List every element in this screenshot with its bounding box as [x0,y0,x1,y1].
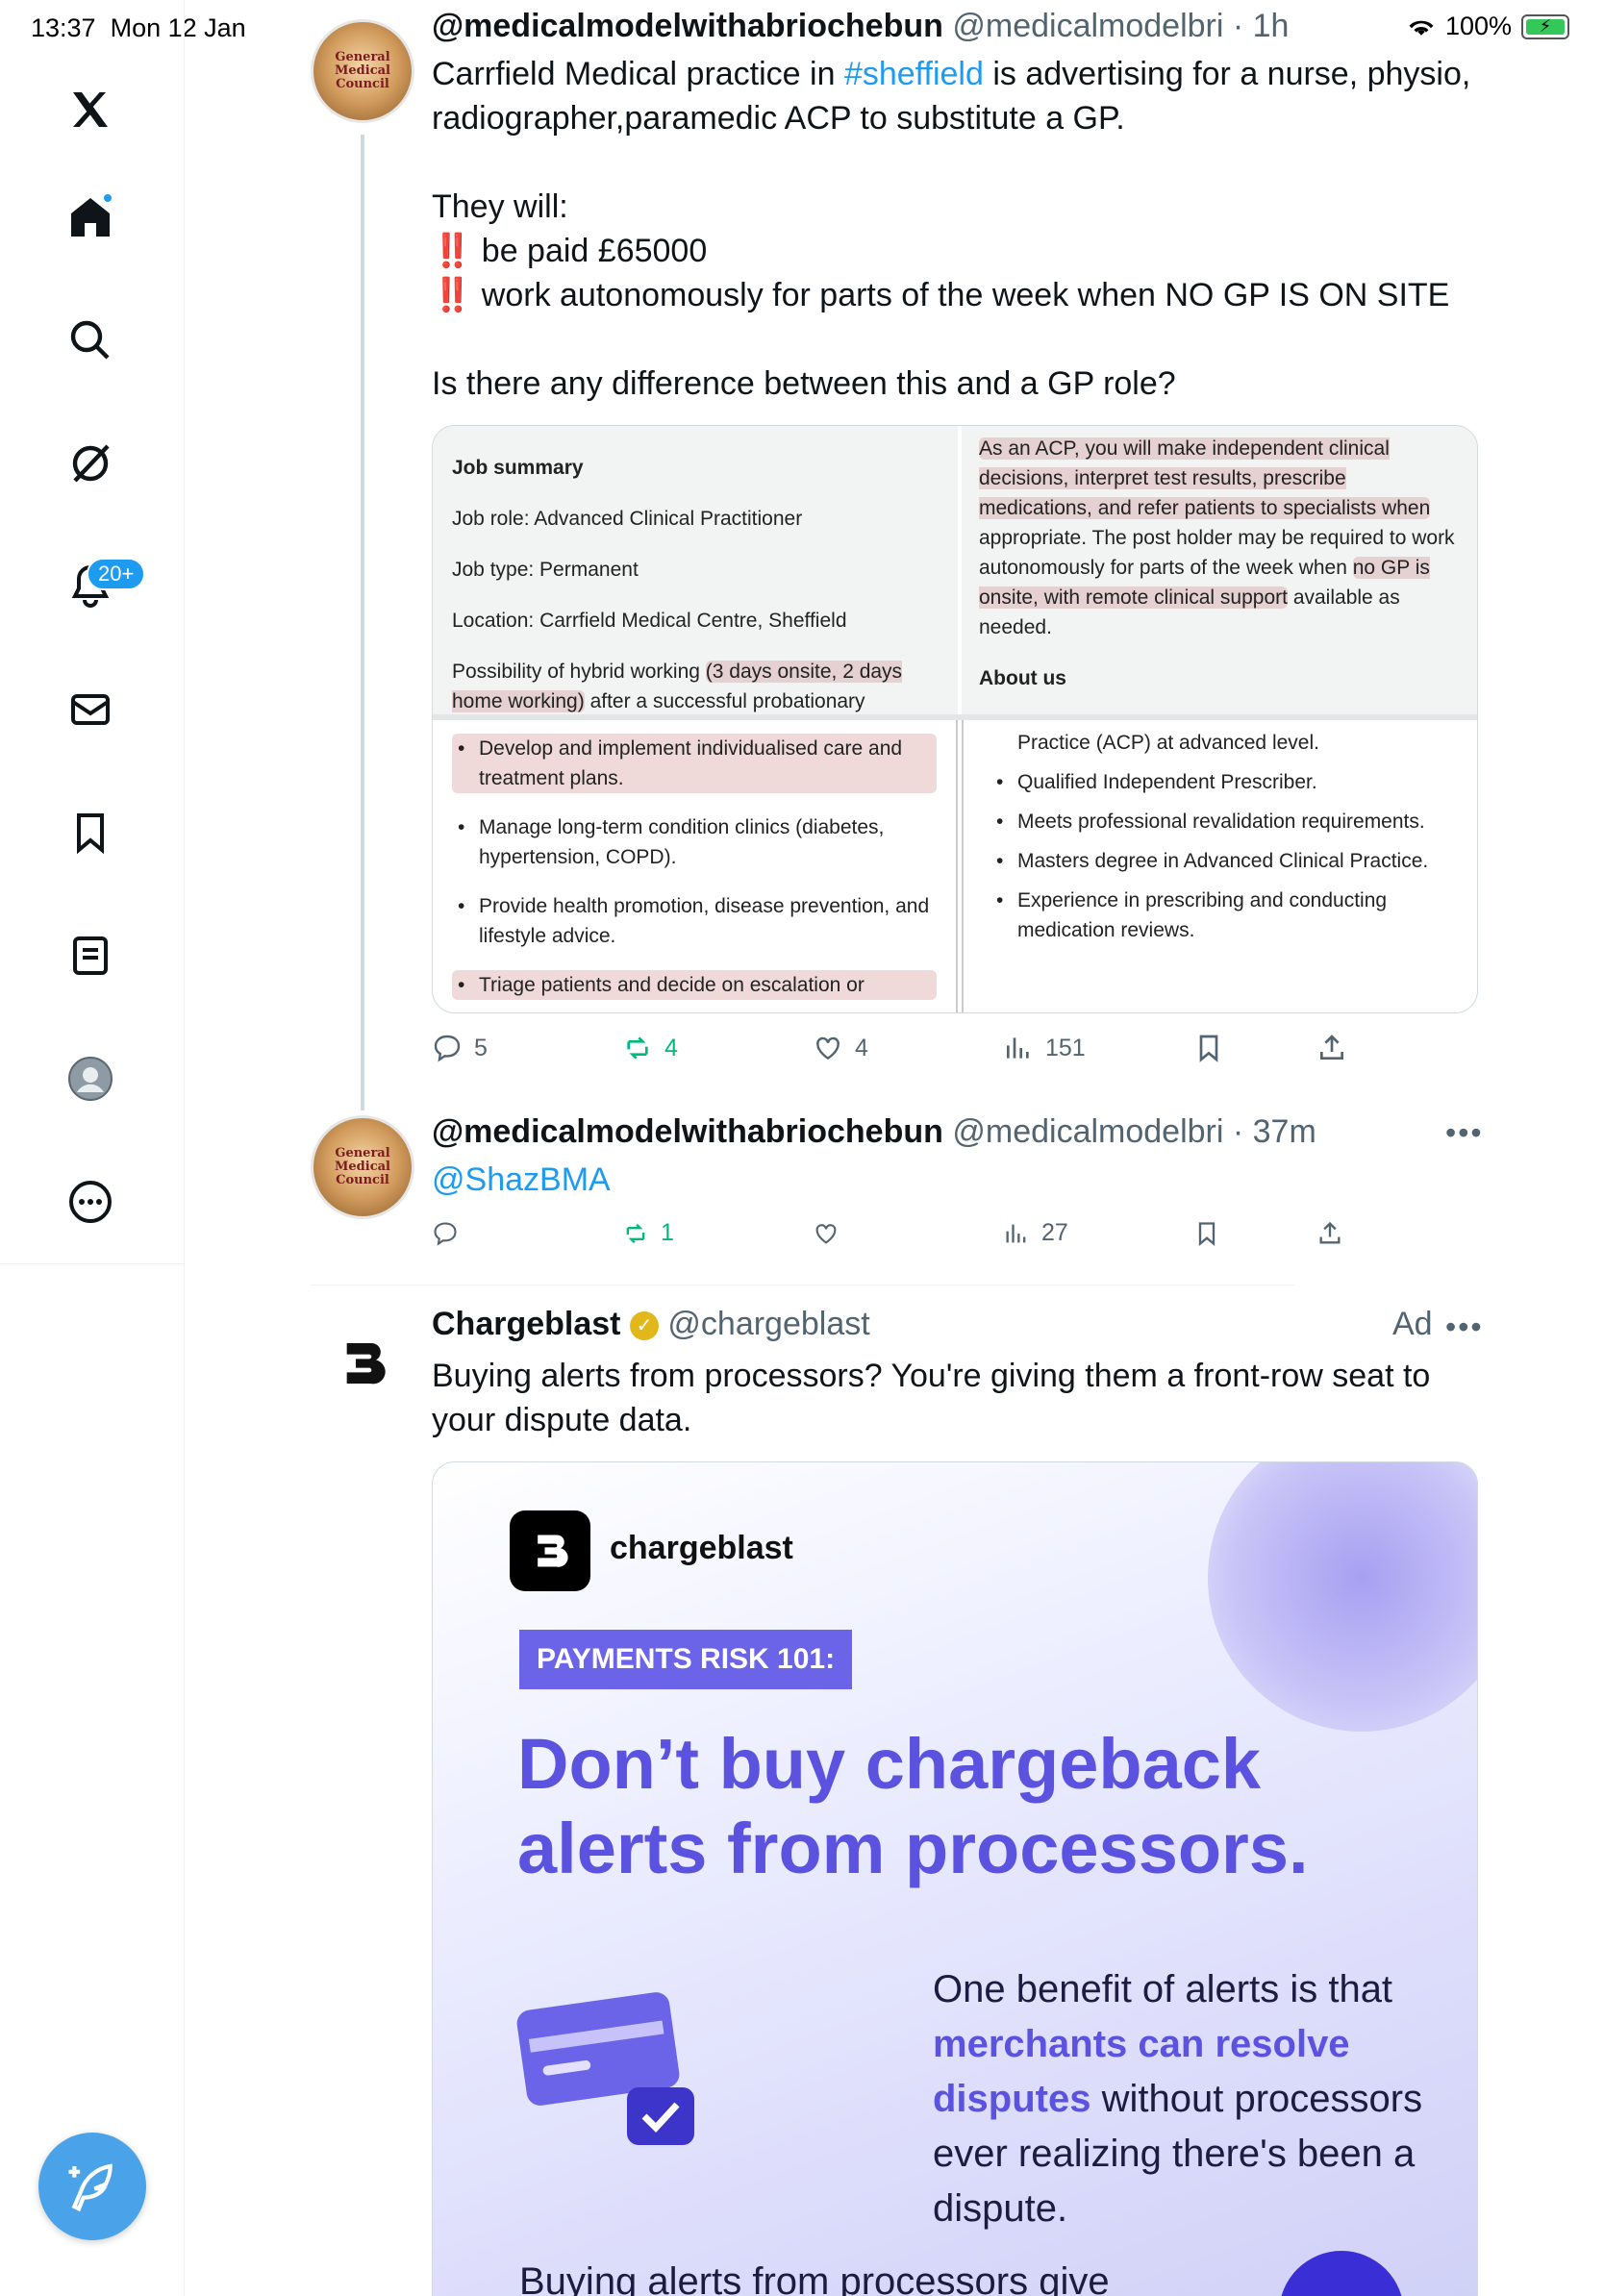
tweet-paragraph-1: Carrfield Medical practice in #sheffield… [432,56,1471,137]
author-handle[interactable]: @medicalmodelbri [952,1113,1223,1150]
share-button[interactable] [1316,1033,1374,1063]
tweet-paragraph-2: They will: [432,188,568,225]
reply-icon [434,1035,461,1062]
tweet-more-icon[interactable]: ••• [1445,1115,1484,1151]
tweet-header: @medicalmodelwithabriochebun @medicalmod… [432,1113,1316,1151]
notifications-badge: 20+ [87,558,146,590]
bookmark-icon [1198,1221,1216,1246]
bookmark-button[interactable] [1193,1220,1316,1247]
compose-post-button[interactable] [38,2133,146,2240]
repost-button[interactable]: 1 [622,1219,813,1247]
tweet-bullet-1: ‼️ be paid £65000 [432,233,708,269]
tweet-body: Carrfield Medical practice in #sheffield… [432,52,1480,406]
bookmarks-icon[interactable] [63,806,117,860]
tweet-time[interactable]: · 1h [1233,8,1290,44]
views-button[interactable]: 27 [1003,1219,1193,1247]
bookmark-button[interactable] [1193,1033,1316,1063]
tweet-time[interactable]: · 37m [1233,1113,1316,1150]
decorative-blob [1208,1462,1477,1732]
bookmark-icon [1199,1035,1218,1062]
share-button[interactable] [1316,1220,1374,1247]
job-description-panel: As an ACP, you will make independent cli… [962,426,1477,714]
job-duties-panel: Develop and implement individualised car… [433,720,958,1012]
tweet-paragraph-3: Is there any difference between this and… [432,365,1176,402]
share-icon [1319,1221,1341,1243]
mention-link[interactable]: @ShazBMA [432,1161,611,1198]
double-exclamation-icon: ‼️ [432,277,473,313]
tweet-actions: 1 27 [432,1219,1547,1247]
tweet-actions: 5 4 4 151 [432,1033,1547,1063]
author-avatar[interactable]: General Medical Council [311,1115,414,1219]
decorative-circle [1279,2251,1404,2296]
lists-icon[interactable] [63,929,117,983]
like-button[interactable] [813,1220,1003,1247]
home-unread-dot [102,192,113,204]
reply-button[interactable]: 5 [432,1033,622,1063]
messages-icon[interactable] [63,683,117,736]
home-icon[interactable] [63,190,117,244]
ad-label: Ad [1392,1306,1433,1342]
search-icon[interactable] [63,313,117,367]
tweet-more-icon[interactable]: ••• [1445,1310,1484,1345]
tweet-header: Chargeblast ✓ @chargeblast [432,1306,870,1343]
heart-icon [816,1036,840,1061]
x-logo-icon[interactable] [63,83,117,137]
ad-media-image[interactable]: chargeblast PAYMENTS RISK 101: Don’t buy… [432,1461,1478,2296]
tweet-header: @medicalmodelwithabriochebun @medicalmod… [432,8,1289,45]
author-handle[interactable]: @chargeblast [667,1306,869,1342]
job-summary-panel: Job summary Job role: Advanced Clinical … [433,426,958,714]
timeline: General Medical Council @medicalmodelwit… [186,0,1604,2296]
author-name[interactable]: Chargeblast [432,1306,621,1342]
tweet-body: @ShazBMA [432,1158,611,1202]
grok-icon[interactable] [63,437,117,490]
repost-icon [627,1036,648,1060]
author-avatar[interactable]: General Medical Council [311,19,414,123]
thread-connector [361,135,364,1111]
tweet-media-image[interactable]: Job summary Job role: Advanced Clinical … [432,425,1478,1013]
share-icon [1320,1035,1343,1060]
tweet-body: Buying alerts from processors? You're gi… [432,1358,1431,1438]
double-exclamation-icon: ‼️ [432,233,473,269]
credit-card-check-icon [516,1992,694,2145]
views-button[interactable]: 151 [1003,1033,1193,1063]
views-chart-icon [1006,1224,1026,1242]
repost-icon [626,1223,645,1243]
sidebar: 20+ [0,0,185,2296]
views-chart-icon [1007,1037,1029,1059]
more-options-icon[interactable] [63,1175,117,1229]
repost-button[interactable]: 4 [622,1033,813,1063]
ad-footer-text: Buying alerts from processors give [519,2260,1110,2296]
chargeblast-brand-icon [510,1510,590,1591]
author-handle[interactable]: @medicalmodelbri [952,8,1223,44]
chargeblast-logo-icon[interactable] [336,1336,389,1390]
reply-button[interactable] [432,1220,622,1247]
hashtag-link[interactable]: #sheffield [844,56,984,92]
like-button[interactable]: 4 [813,1033,1003,1063]
profile-avatar-icon[interactable] [63,1052,117,1106]
compose-feather-icon [68,2163,113,2212]
verified-badge-icon: ✓ [629,1311,659,1341]
ad-pill-label: PAYMENTS RISK 101: [519,1630,853,1689]
ad-headline: Don’t buy chargeback alerts from process… [517,1724,1309,1888]
author-name[interactable]: @medicalmodelwithabriochebun [432,8,943,44]
author-name[interactable]: @medicalmodelwithabriochebun [432,1113,943,1150]
ad-body-text: One benefit of alerts is that merchants … [933,1968,1423,2230]
heart-icon [815,1223,837,1244]
tweet-bullet-2: ‼️ work autonomously for parts of the we… [432,277,1450,313]
ad-brand-name: chargeblast [610,1530,793,1566]
job-requirements-panel: Practice (ACP) at advanced level. Qualif… [962,720,1477,1012]
sidebar-divider [0,1263,185,1264]
reply-icon [434,1221,457,1246]
